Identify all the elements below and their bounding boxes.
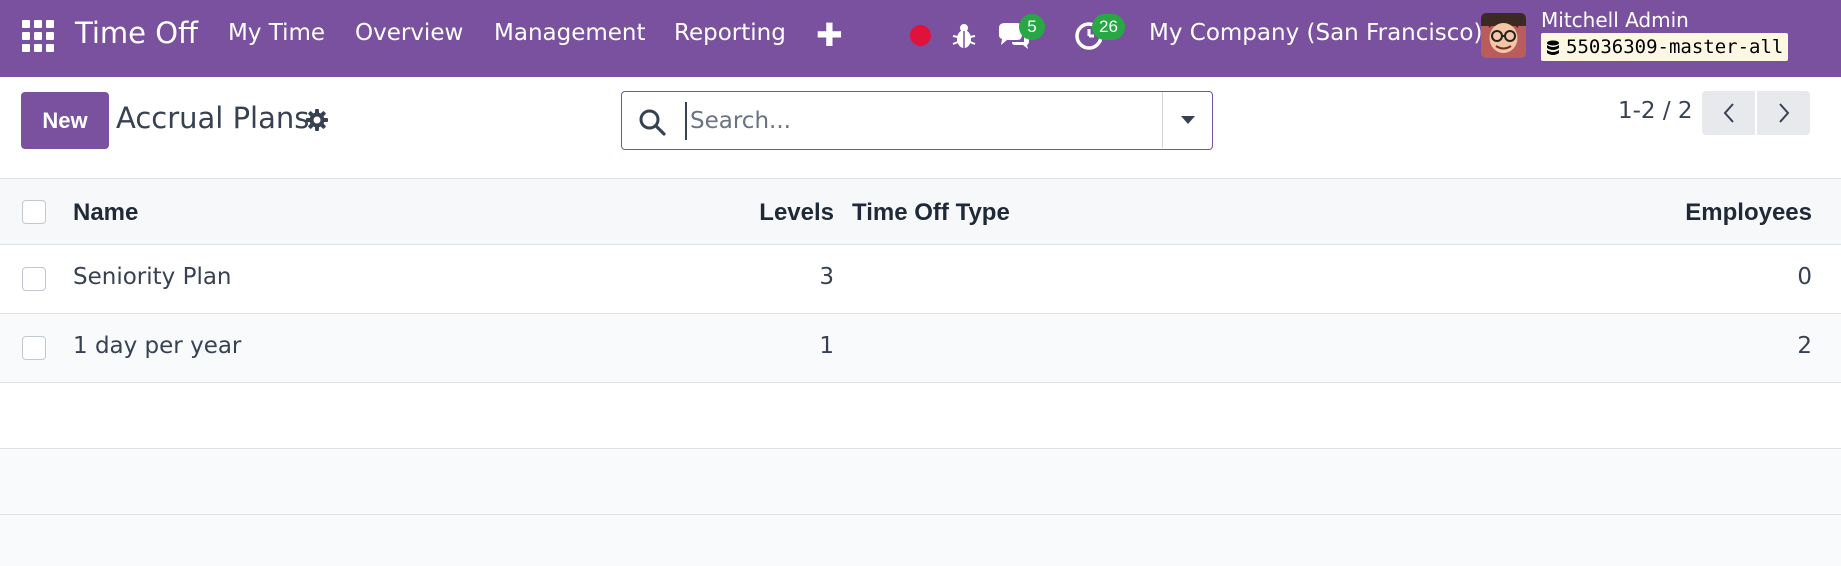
pager-previous-button[interactable] <box>1702 91 1755 135</box>
menu-item-reporting[interactable]: Reporting <box>674 20 786 46</box>
pager-next-button[interactable] <box>1757 91 1810 135</box>
chevron-left-icon <box>1723 103 1734 123</box>
menu-item-overview[interactable]: Overview <box>355 20 463 46</box>
row-name[interactable]: Seniority Plan <box>73 264 232 290</box>
menu-item-my-time[interactable]: My Time <box>228 20 325 46</box>
caret-down-icon <box>1181 116 1195 124</box>
search-input[interactable] <box>685 102 1075 140</box>
search-icon <box>638 108 666 136</box>
empty-row <box>0 449 1841 515</box>
row-levels[interactable]: 3 <box>819 264 834 290</box>
record-icon[interactable] <box>910 25 931 46</box>
messages-count-badge: 5 <box>1019 14 1045 40</box>
app-title[interactable]: Time Off <box>75 16 198 50</box>
column-header-time-off-type[interactable]: Time Off Type <box>852 199 1010 227</box>
top-navbar: Time Off My Time Overview Management Rep… <box>0 0 1841 77</box>
select-all-checkbox[interactable] <box>22 200 46 224</box>
row-employees[interactable]: 2 <box>1797 333 1812 359</box>
row-employees[interactable]: 0 <box>1797 264 1812 290</box>
user-name[interactable]: Mitchell Admin <box>1541 8 1689 32</box>
column-header-name[interactable]: Name <box>73 199 138 227</box>
row-levels[interactable]: 1 <box>819 333 834 359</box>
bug-icon[interactable] <box>951 22 977 50</box>
app-menu-grid-icon[interactable] <box>22 20 54 52</box>
empty-row <box>0 383 1841 449</box>
new-button[interactable]: New <box>21 92 109 149</box>
database-name: 55036309-master-all <box>1566 36 1784 58</box>
activities-count-badge: 26 <box>1092 14 1125 40</box>
search-options-toggle[interactable] <box>1163 92 1213 148</box>
avatar[interactable] <box>1481 13 1526 58</box>
pager-value[interactable]: 1-2 / 2 <box>1618 98 1693 124</box>
column-header-employees[interactable]: Employees <box>1685 199 1812 227</box>
search-bar <box>621 91 1213 150</box>
table-header: Name Levels Time Off Type Employees <box>0 178 1841 245</box>
row-checkbox[interactable] <box>22 267 46 291</box>
company-switcher[interactable]: My Company (San Francisco) <box>1149 20 1482 46</box>
plus-icon[interactable]: ✚ <box>816 16 843 54</box>
accrual-plans-list: Name Levels Time Off Type Employees Seni… <box>0 178 1841 566</box>
database-label: 55036309-master-all <box>1541 33 1789 61</box>
page-title: Accrual Plans <box>116 101 310 135</box>
table-row[interactable]: Seniority Plan 3 0 <box>0 245 1841 314</box>
row-name[interactable]: 1 day per year <box>73 333 241 359</box>
gear-icon[interactable] <box>305 108 329 132</box>
table-row[interactable]: 1 day per year 1 2 <box>0 314 1841 383</box>
menu-item-management[interactable]: Management <box>494 20 646 46</box>
database-icon <box>1546 39 1560 55</box>
column-header-levels[interactable]: Levels <box>759 199 834 227</box>
row-checkbox[interactable] <box>22 336 46 360</box>
chevron-right-icon <box>1778 103 1789 123</box>
